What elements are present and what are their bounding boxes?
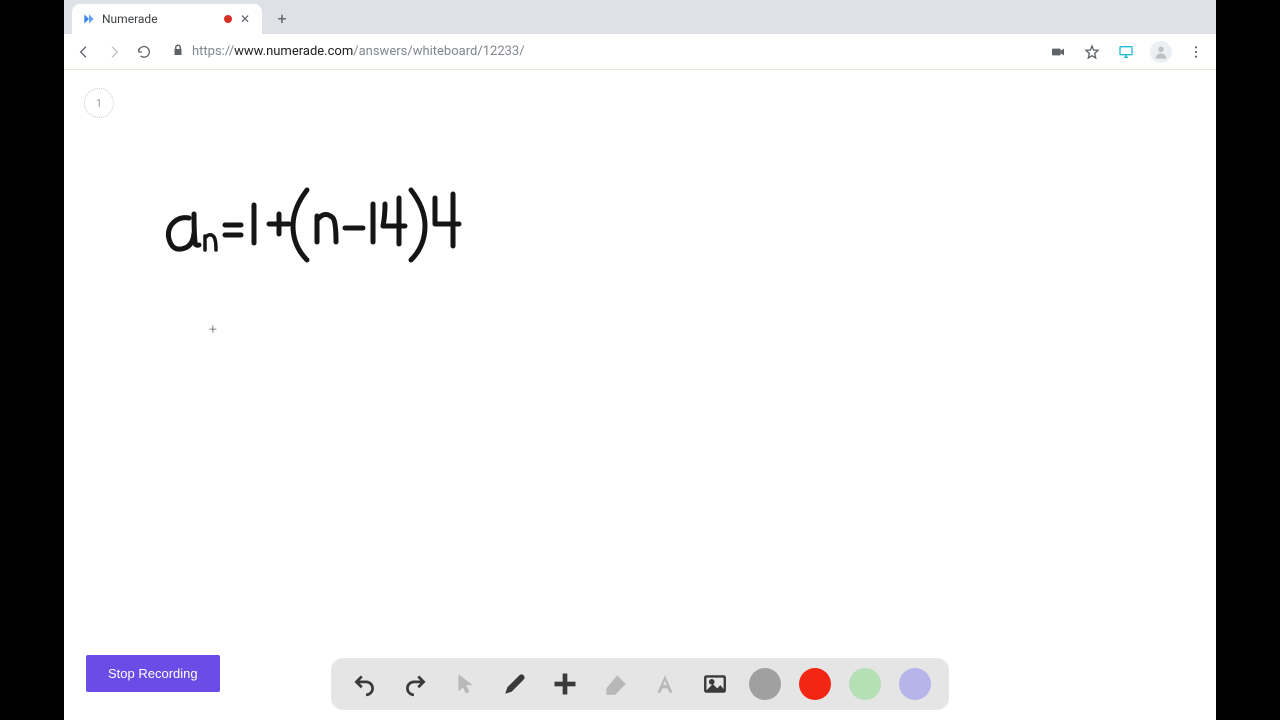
stop-recording-button[interactable]: Stop Recording	[86, 655, 220, 692]
site-favicon	[82, 12, 96, 26]
browser-window: Numerade ✕ + https://www.numerade.com/an…	[64, 0, 1216, 720]
redo-button[interactable]	[399, 668, 431, 700]
screen-share-icon[interactable]	[1116, 42, 1136, 62]
color-red[interactable]	[799, 668, 831, 700]
toolbar-right	[1048, 41, 1206, 63]
profile-avatar[interactable]	[1150, 41, 1172, 63]
color-purple[interactable]	[899, 668, 931, 700]
lock-icon	[172, 44, 184, 60]
undo-button[interactable]	[349, 668, 381, 700]
camera-icon[interactable]	[1048, 42, 1068, 62]
eraser-tool[interactable]	[599, 668, 631, 700]
address-bar: https://www.numerade.com/answers/whitebo…	[64, 34, 1216, 70]
url-display[interactable]: https://www.numerade.com/answers/whitebo…	[164, 44, 1038, 60]
tab-strip: Numerade ✕ +	[64, 0, 1216, 34]
back-button[interactable]	[74, 42, 94, 62]
color-green[interactable]	[849, 668, 881, 700]
pointer-tool[interactable]	[449, 668, 481, 700]
kebab-menu-icon[interactable]	[1186, 42, 1206, 62]
close-tab-icon[interactable]: ✕	[238, 12, 252, 26]
page-number-badge[interactable]: 1	[84, 88, 114, 118]
new-tab-button[interactable]: +	[268, 4, 296, 32]
star-icon[interactable]	[1082, 42, 1102, 62]
browser-tab[interactable]: Numerade ✕	[72, 4, 262, 34]
url-text: https://www.numerade.com/answers/whitebo…	[192, 44, 525, 59]
crosshair-cursor-icon: +	[209, 322, 217, 338]
whiteboard-canvas[interactable]: 1	[64, 70, 1216, 720]
handwritten-equation	[159, 180, 469, 274]
text-tool[interactable]	[649, 668, 681, 700]
image-tool[interactable]	[699, 668, 731, 700]
insert-shape-tool[interactable]	[549, 668, 581, 700]
whiteboard-toolbar	[331, 658, 949, 710]
reload-button[interactable]	[134, 42, 154, 62]
pen-tool[interactable]	[499, 668, 531, 700]
color-gray[interactable]	[749, 668, 781, 700]
forward-button	[104, 42, 124, 62]
recording-indicator-icon	[224, 15, 232, 23]
tab-title: Numerade	[102, 12, 218, 26]
